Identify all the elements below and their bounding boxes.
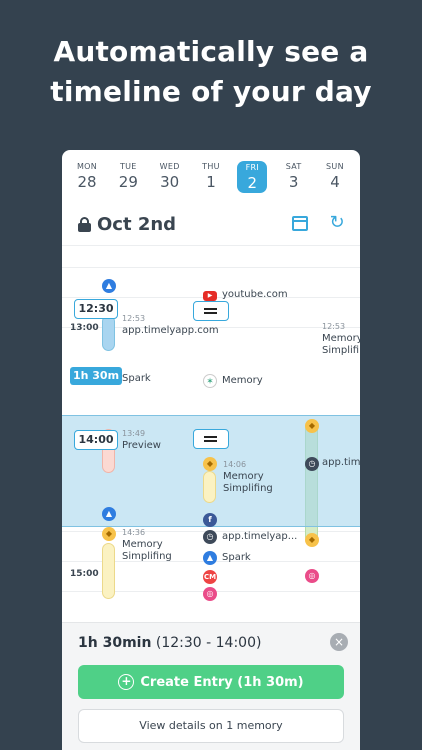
headline-line2: timeline of your day [50,75,372,108]
close-icon[interactable]: × [330,633,348,651]
selection-panel: 1h 30min (12:30 - 14:00) × + Create Entr… [62,622,360,750]
hour-label: 13:00 [70,323,99,333]
phone-screen: MON 28 TUE 29 WED 30 THU 1 FRI 2 SAT 3 SUN 4 Oc… [62,150,360,750]
selection-range: 1h 30min (12:30 - 14:00) [78,635,261,651]
date-header: Oct 2nd ↻ [78,212,348,236]
entry-label: Preview [122,440,161,451]
day-wed[interactable]: WED 30 [155,162,185,206]
divider [62,245,360,246]
start-time-pill[interactable]: 12:30 [74,299,118,319]
day-fri-selected[interactable]: FRI 2 [237,161,268,193]
entry-label: Memory Simplifing [122,539,172,562]
entry-label: youtube.com [222,289,288,300]
selection-time-range: (12:30 - 14:00) [155,635,262,651]
start-drag-handle[interactable] [193,301,229,321]
navigation-icon: ▲ [102,507,116,521]
timely-icon: ◷ [305,457,319,471]
create-entry-button[interactable]: + Create Entry (1h 30m) [78,665,344,699]
day-thu[interactable]: THU 1 [196,162,226,206]
entry-time: 13:49 [122,429,146,438]
gem-icon: ◆ [102,527,116,541]
entry-label: app.timel [322,457,360,468]
headline: Automatically see a timeline of your day [0,32,422,112]
entry-bar[interactable] [203,471,216,503]
entry-label: Spark [122,373,151,384]
divider [62,267,360,268]
day-sun[interactable]: SUN 4 [320,162,350,206]
facebook-icon: f [203,513,217,527]
gem-icon: ◆ [305,533,319,547]
entry-label: Memory Simplifing [322,333,360,356]
day-tue[interactable]: TUE 29 [113,162,143,206]
selection-duration: 1h 30min [78,635,152,651]
end-time-pill[interactable]: 14:00 [74,430,118,450]
youtube-icon: ▶ [203,291,217,301]
dribbble-icon: ◎ [305,569,319,583]
entry-label: Memory [222,375,263,386]
lock-icon [78,216,91,232]
date-title: Oct 2nd [97,213,177,235]
spark-icon: ✶ [203,374,217,388]
view-details-button[interactable]: View details on 1 memory [78,709,344,743]
navigation-icon: ▲ [102,279,116,293]
timeline[interactable]: ▲ 12:53 app.timelyapp.com Spark 13:49 Pr… [62,245,360,625]
dribbble-icon: ◎ [203,587,217,601]
entry-label: app.timelyapp.com [122,325,219,336]
entry-bar[interactable] [102,315,115,351]
day-sat[interactable]: SAT 3 [279,162,309,206]
headline-line1: Automatically see a [53,35,369,68]
hour-label: 15:00 [70,569,99,579]
timely-icon: ◷ [203,530,217,544]
duration-pill: 1h 30m [70,367,122,385]
week-strip: MON 28 TUE 29 WED 30 THU 1 FRI 2 SAT 3 SUN 4 [72,161,350,206]
entry-time: 14:36 [122,528,146,537]
entry-bar[interactable] [102,543,115,599]
create-entry-label: Create Entry (1h 30m) [140,674,304,690]
plus-icon: + [118,674,135,690]
refresh-icon[interactable]: ↻ [328,214,346,232]
entry-label: Memory Simplifing [223,471,273,494]
gem-icon: ◆ [203,457,217,471]
end-drag-handle[interactable] [193,429,229,449]
entry-label: app.timelyap... [222,531,298,542]
day-mon[interactable]: MON 28 [72,162,102,206]
entry-time: 12:53 [322,322,346,331]
cm-app-icon: CM [203,570,217,584]
entry-time: 14:06 [223,460,247,469]
navigation-icon: ▲ [203,551,217,565]
calendar-icon[interactable] [292,216,308,231]
entry-label: Spark [222,552,251,563]
gem-icon: ◆ [305,419,319,433]
entry-time: 12:53 [122,314,146,323]
